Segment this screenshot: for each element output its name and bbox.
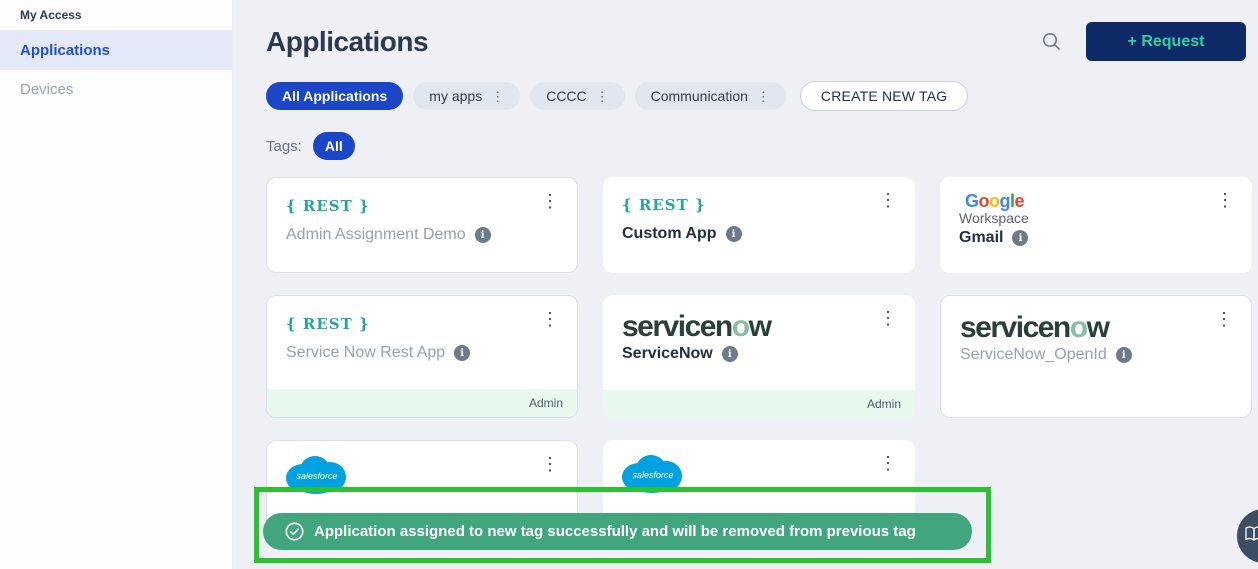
sidebar-item-applications[interactable]: Applications xyxy=(0,31,232,70)
toast-message: Application assigned to new tag successf… xyxy=(314,523,916,540)
salesforce-logo: salesforce xyxy=(286,454,348,498)
kebab-icon[interactable]: ⋮ xyxy=(875,189,901,211)
pill-communication[interactable]: Communication ⋮ xyxy=(635,82,786,110)
applications-grid: ⋮ { REST } Admin Assignment Demo i ⋮ { R… xyxy=(266,177,1258,536)
pill-cccc[interactable]: CCCC ⋮ xyxy=(530,82,624,110)
pill-label: my apps xyxy=(429,88,482,104)
app-card-servicenow-openid[interactable]: ⋮ servicenow ServiceNow_OpenId i xyxy=(940,295,1252,418)
app-card-title: ServiceNow i xyxy=(622,345,896,363)
sidebar-item-devices[interactable]: Devices xyxy=(0,70,232,109)
app-card-title: ServiceNow_OpenId i xyxy=(960,346,1232,364)
app-name: Gmail xyxy=(959,229,1003,247)
page-header: Applications + Request xyxy=(233,0,1258,61)
admin-badge: Admin xyxy=(603,390,915,418)
app-name: ServiceNow_OpenId xyxy=(960,346,1107,364)
info-icon[interactable]: i xyxy=(1012,230,1028,246)
kebab-icon[interactable]: ⋮ xyxy=(875,452,901,474)
check-circle-icon xyxy=(285,522,304,541)
sidebar: My Access Applications Devices xyxy=(0,0,233,569)
admin-badge: Admin xyxy=(267,389,577,417)
app-name: ServiceNow xyxy=(622,345,713,363)
filter-pills: All Applications my apps ⋮ CCCC ⋮ Commun… xyxy=(266,81,1258,111)
tags-label: Tags: xyxy=(266,138,302,155)
info-icon[interactable]: i xyxy=(1116,347,1132,363)
servicenow-logo: servicenow xyxy=(622,310,770,343)
app-card-custom-app[interactable]: ⋮ { REST } Custom App i xyxy=(603,177,915,273)
info-icon[interactable]: i xyxy=(726,226,742,242)
pill-label: Communication xyxy=(651,88,748,104)
kebab-icon[interactable]: ⋮ xyxy=(537,190,563,212)
kebab-icon[interactable]: ⋮ xyxy=(1211,308,1237,330)
tags-row: Tags: All xyxy=(266,132,1258,160)
request-button[interactable]: + Request xyxy=(1086,22,1246,61)
kebab-icon[interactable]: ⋮ xyxy=(491,90,504,103)
kebab-icon[interactable]: ⋮ xyxy=(757,90,770,103)
info-icon[interactable]: i xyxy=(475,227,491,243)
rest-logo: { REST } xyxy=(286,193,370,215)
create-new-tag-button[interactable]: CREATE NEW TAG xyxy=(800,81,968,111)
app-card-service-now-rest-app[interactable]: ⋮ { REST } Service Now Rest App i Admin xyxy=(266,295,578,418)
app-name: Custom App xyxy=(622,225,717,243)
app-card-servicenow[interactable]: ⋮ servicenow ServiceNow i Admin xyxy=(603,295,915,418)
success-toast: Application assigned to new tag successf… xyxy=(263,513,972,550)
app-card-title: Admin Assignment Demo i xyxy=(286,226,558,244)
servicenow-logo: servicenow xyxy=(960,311,1108,344)
pill-my-apps[interactable]: my apps ⋮ xyxy=(413,82,520,110)
app-card-gmail[interactable]: ⋮ Google Workspace Gmail i xyxy=(940,177,1252,273)
app-card-title: Custom App i xyxy=(622,225,896,243)
app-card-title: Service Now Rest App i xyxy=(286,344,558,362)
info-icon[interactable]: i xyxy=(722,346,738,362)
app-card-admin-assignment-demo[interactable]: ⋮ { REST } Admin Assignment Demo i xyxy=(266,177,578,273)
pill-all-applications[interactable]: All Applications xyxy=(266,82,403,110)
salesforce-logo: salesforce xyxy=(622,453,684,497)
kebab-icon[interactable]: ⋮ xyxy=(875,307,901,329)
tag-pill-all[interactable]: All xyxy=(313,132,355,160)
main-content: Applications + Request All Applications … xyxy=(233,0,1258,569)
kebab-icon[interactable]: ⋮ xyxy=(537,308,563,330)
app-name: Admin Assignment Demo xyxy=(286,226,466,244)
app-card-title: Gmail i xyxy=(959,229,1233,247)
info-icon[interactable]: i xyxy=(454,345,470,361)
search-icon[interactable] xyxy=(1042,31,1064,53)
pill-label: CCCC xyxy=(546,88,586,104)
kebab-icon[interactable]: ⋮ xyxy=(1212,189,1238,211)
sidebar-section-label: My Access xyxy=(0,0,232,30)
app-name: Service Now Rest App xyxy=(286,344,445,362)
google-workspace-logo: Google Workspace xyxy=(959,192,1233,225)
kebab-icon[interactable]: ⋮ xyxy=(537,453,563,475)
rest-logo: { REST } xyxy=(286,311,370,333)
open-book-icon xyxy=(1244,525,1258,548)
rest-logo: { REST } xyxy=(622,192,706,214)
kebab-icon[interactable]: ⋮ xyxy=(596,90,609,103)
page-title: Applications xyxy=(266,26,428,58)
